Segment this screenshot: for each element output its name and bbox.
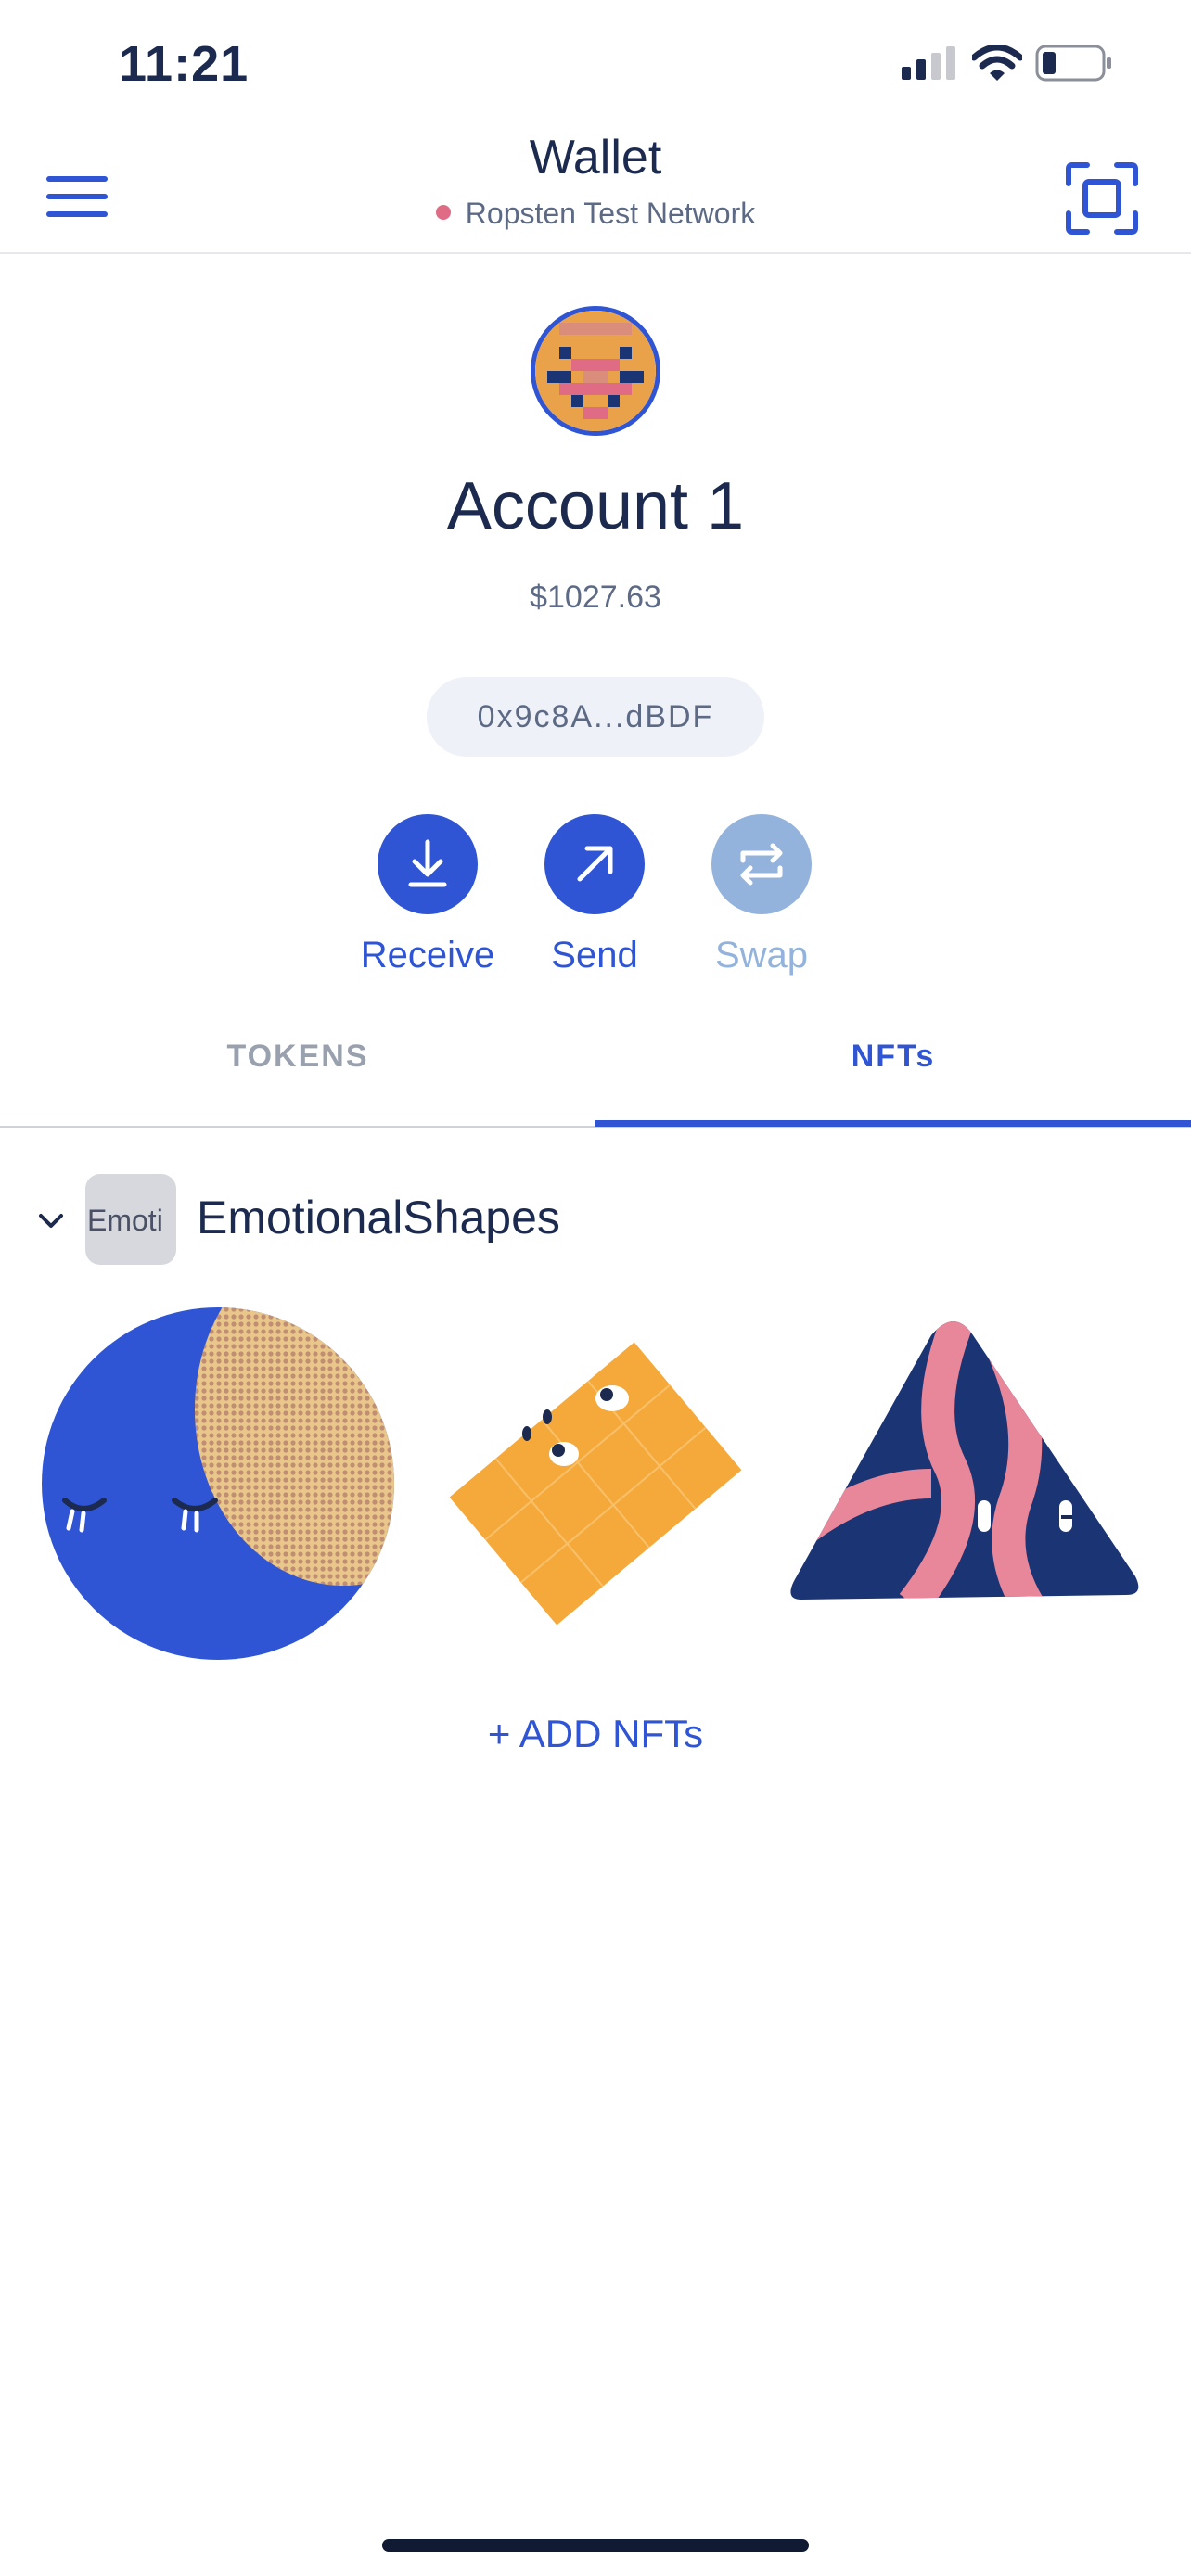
cellular-signal-icon xyxy=(902,46,955,80)
add-nfts-button[interactable]: + ADD NFTs xyxy=(0,1712,1191,1756)
battery-low-icon xyxy=(1035,45,1111,82)
nft-item-triangle[interactable] xyxy=(783,1298,1154,1669)
page-title: Wallet xyxy=(529,131,662,185)
network-name: Ropsten Test Network xyxy=(465,197,756,230)
swap-button[interactable] xyxy=(711,814,812,914)
diagonal-arrow-icon xyxy=(577,846,613,882)
collection-thumbnail-text: Emoti xyxy=(87,1204,163,1237)
active-tab-indicator xyxy=(596,1120,1191,1127)
account-balance: $1027.63 xyxy=(530,580,661,615)
send-button[interactable] xyxy=(544,814,645,914)
swap-label[interactable]: Swap xyxy=(660,935,864,976)
wifi-icon xyxy=(972,45,1022,81)
network-selector[interactable]: Ropsten Test Network xyxy=(0,197,1191,231)
download-arrow-icon xyxy=(408,839,447,887)
collection-name[interactable]: EmotionalShapes xyxy=(197,1191,560,1244)
swap-arrows-icon xyxy=(740,843,783,886)
qr-scan-icon[interactable] xyxy=(1065,161,1139,236)
tab-nfts[interactable]: NFTs xyxy=(596,1039,1191,1075)
home-indicator[interactable] xyxy=(382,2539,809,2552)
collection-thumbnail: Emoti xyxy=(85,1174,176,1265)
header-divider xyxy=(0,252,1191,254)
tab-tokens[interactable]: TOKENS xyxy=(0,1039,596,1075)
network-status-dot xyxy=(435,204,451,220)
nft-item-circle[interactable] xyxy=(37,1298,408,1669)
account-address-button[interactable]: 0x9c8A...dBDF xyxy=(427,677,764,757)
account-name[interactable]: Account 1 xyxy=(0,468,1191,544)
account-avatar[interactable] xyxy=(531,306,660,436)
nft-item-rectangle[interactable] xyxy=(410,1298,781,1669)
receive-button[interactable] xyxy=(378,814,478,914)
chevron-down-icon[interactable] xyxy=(35,1205,67,1237)
identicon-image xyxy=(535,311,656,431)
status-time: 11:21 xyxy=(119,36,250,92)
